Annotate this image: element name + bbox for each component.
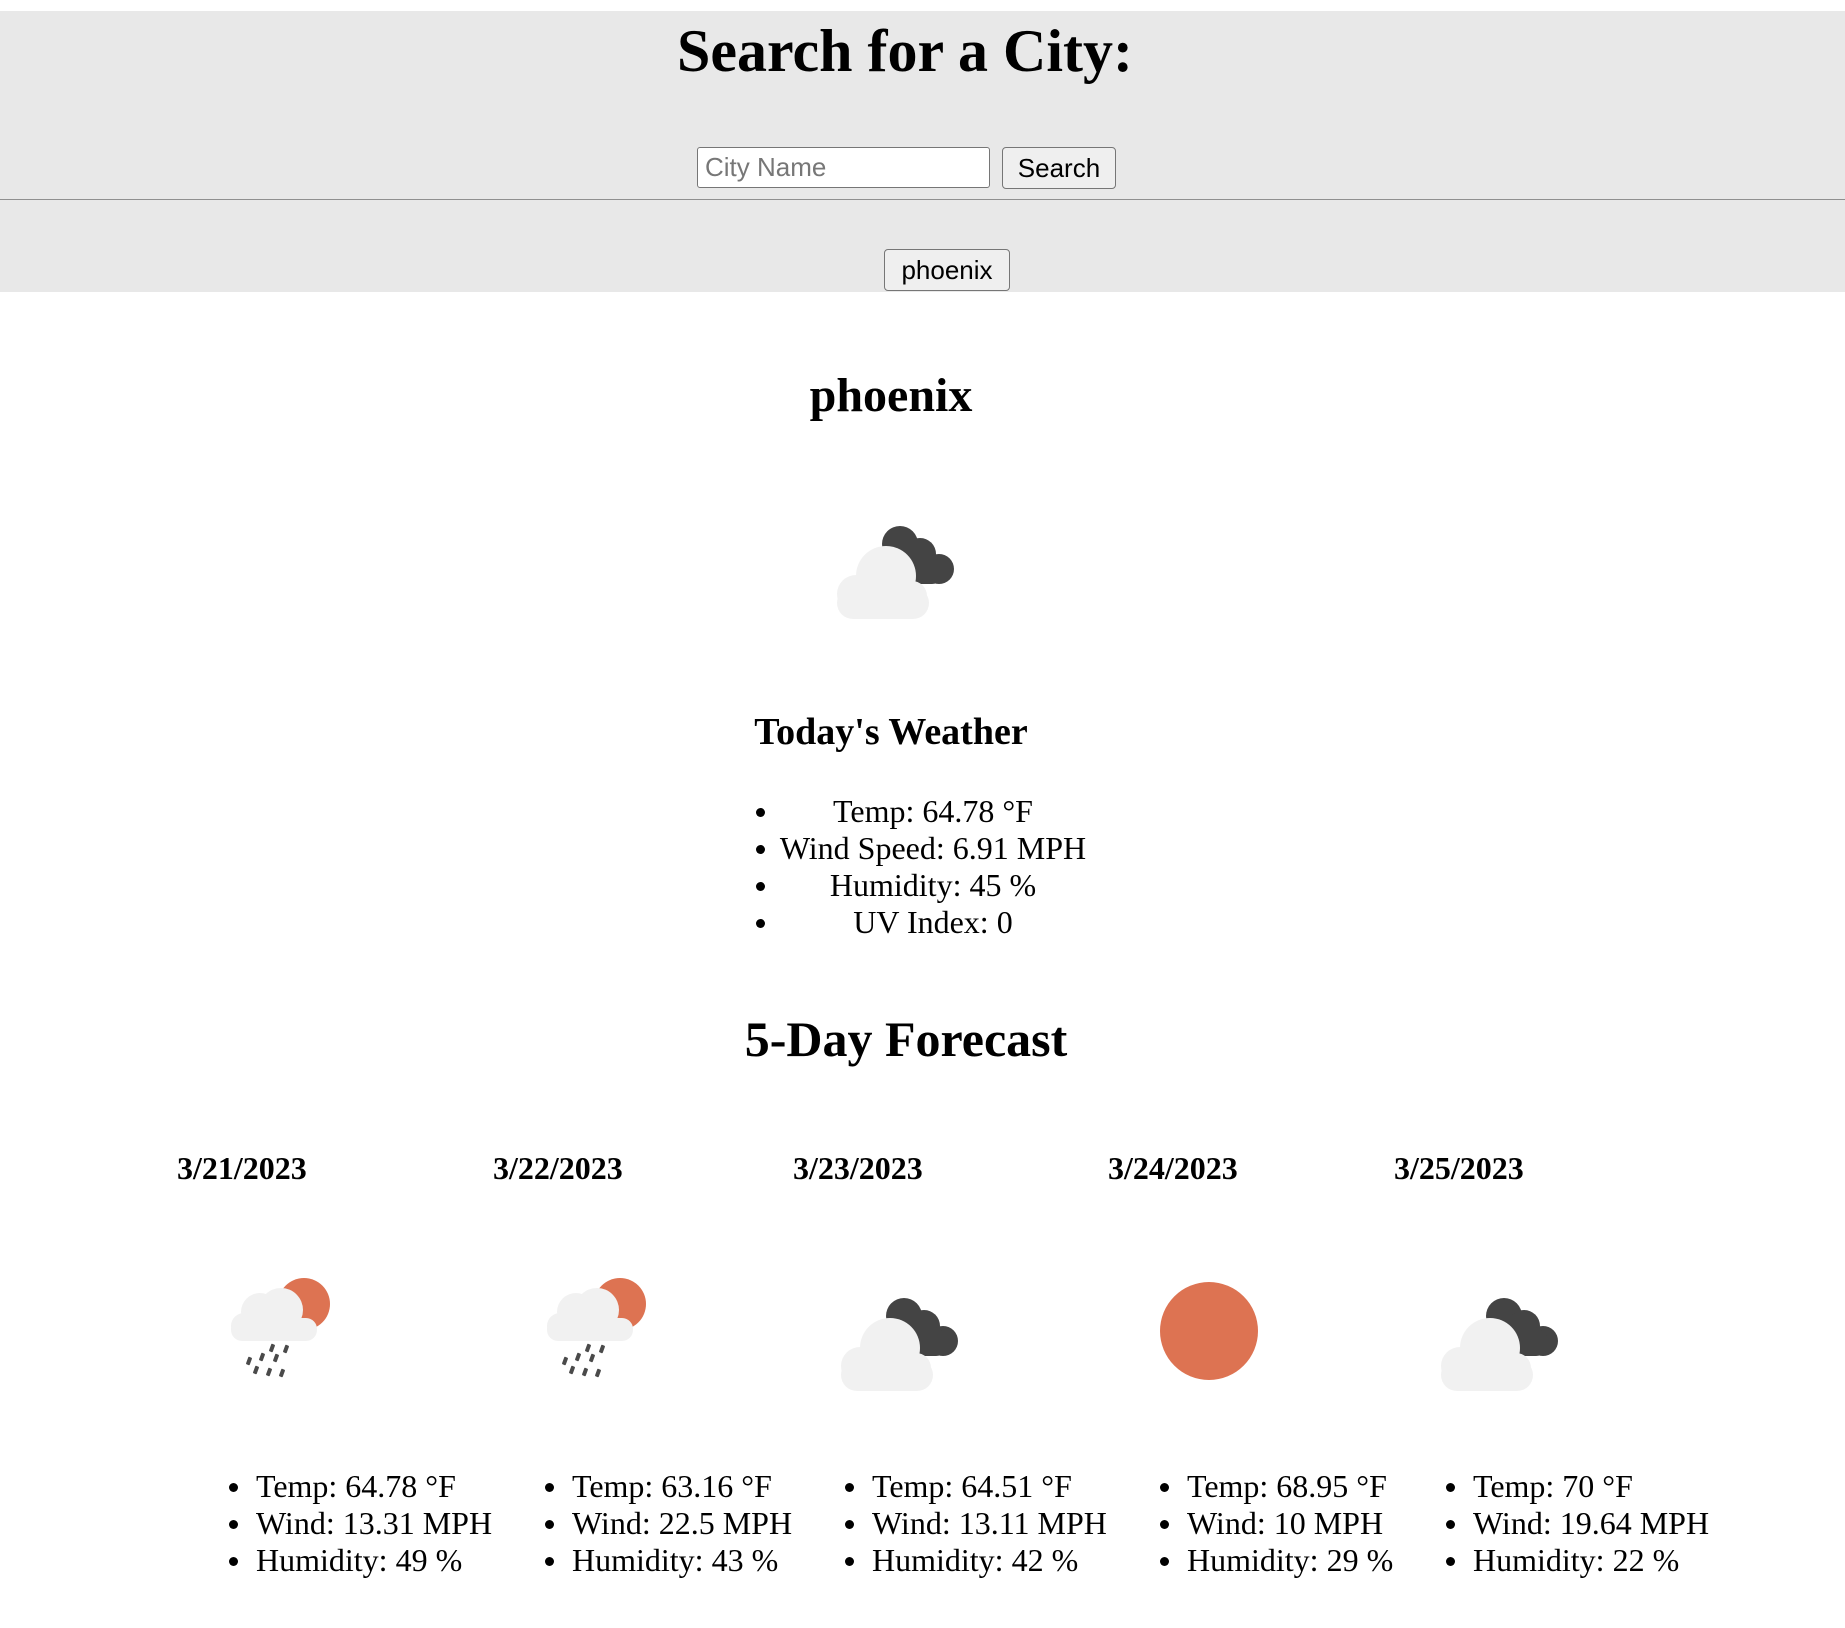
- forecast-temp: Temp: 70 °F: [1443, 1468, 1709, 1505]
- forecast-humidity: Humidity: 43 %: [542, 1542, 792, 1579]
- forecast-card: 3/21/2023 Temp: 64.78 °F Wind: 13.31 MPH…: [177, 1150, 497, 1590]
- forecast-temp: Temp: 64.51 °F: [842, 1468, 1107, 1505]
- forecast-details: Temp: 68.95 °F Wind: 10 MPH Humidity: 29…: [1157, 1468, 1393, 1579]
- forecast-humidity: Humidity: 42 %: [842, 1542, 1107, 1579]
- forecast-date: 3/24/2023: [1108, 1150, 1238, 1186]
- forecast-details: Temp: 63.16 °F Wind: 22.5 MPH Humidity: …: [542, 1468, 792, 1579]
- forecast-heading: 5-Day Forecast: [744, 1011, 1068, 1067]
- sun-icon: [1154, 1274, 1304, 1404]
- rain-sun-icon: [538, 1274, 688, 1404]
- forecast-wind: Wind: 22.5 MPH: [542, 1505, 792, 1542]
- forecast-date: 3/23/2023: [793, 1150, 923, 1186]
- forecast-details: Temp: 64.51 °F Wind: 13.11 MPH Humidity:…: [842, 1468, 1107, 1579]
- forecast-temp: Temp: 68.95 °F: [1157, 1468, 1393, 1505]
- forecast-card: 3/23/2023 Temp: 64.51 °F Wind: 13.11 MPH…: [793, 1150, 1113, 1590]
- forecast-humidity: Humidity: 29 %: [1157, 1542, 1393, 1579]
- forecast-wind: Wind: 10 MPH: [1157, 1505, 1393, 1542]
- forecast-card: 3/25/2023 Temp: 70 °F Wind: 19.64 MPH Hu…: [1394, 1150, 1714, 1590]
- history-city-button[interactable]: phoenix: [884, 249, 1010, 291]
- current-city-name: phoenix: [809, 369, 973, 422]
- forecast-card: 3/24/2023 Temp: 68.95 °F Wind: 10 MPH Hu…: [1108, 1150, 1428, 1590]
- forecast-details: Temp: 64.78 °F Wind: 13.31 MPH Humidity:…: [226, 1468, 492, 1579]
- forecast-wind: Wind: 19.64 MPH: [1443, 1505, 1709, 1542]
- forecast-date: 3/22/2023: [493, 1150, 623, 1186]
- rain-sun-icon: [222, 1274, 372, 1404]
- search-button[interactable]: Search: [1002, 147, 1116, 189]
- forecast-date: 3/25/2023: [1394, 1150, 1524, 1186]
- forecast-wind: Wind: 13.11 MPH: [842, 1505, 1107, 1542]
- clouds-night-icon: [816, 512, 966, 622]
- search-title: Search for a City:: [676, 18, 1134, 84]
- current-weather-list: Temp: 64.78 °F Wind Speed: 6.91 MPH Humi…: [756, 793, 1088, 941]
- forecast-details: Temp: 70 °F Wind: 19.64 MPH Humidity: 22…: [1443, 1468, 1709, 1579]
- current-uv-index: UV Index: 0: [756, 904, 1088, 941]
- forecast-date: 3/21/2023: [177, 1150, 307, 1186]
- city-search-input[interactable]: [697, 147, 990, 188]
- current-wind: Wind Speed: 6.91 MPH: [756, 830, 1087, 866]
- search-section: Search for a City: Search: [0, 11, 1845, 200]
- search-history: phoenix: [0, 200, 1845, 292]
- forecast-humidity: Humidity: 49 %: [226, 1542, 492, 1579]
- clouds-night-icon: [820, 1274, 970, 1404]
- forecast-humidity: Humidity: 22 %: [1443, 1542, 1709, 1579]
- clouds-night-icon: [1420, 1274, 1570, 1404]
- todays-weather-heading: Today's Weather: [754, 711, 1028, 753]
- current-humidity: Humidity: 45 %: [756, 867, 1088, 904]
- forecast-wind: Wind: 13.31 MPH: [226, 1505, 492, 1542]
- forecast-temp: Temp: 63.16 °F: [542, 1468, 792, 1505]
- forecast-temp: Temp: 64.78 °F: [226, 1468, 492, 1505]
- forecast-card: 3/22/2023 Temp: 63.16 °F Wind: 22.5 MPH …: [493, 1150, 813, 1590]
- current-temp: Temp: 64.78 °F: [756, 793, 1088, 830]
